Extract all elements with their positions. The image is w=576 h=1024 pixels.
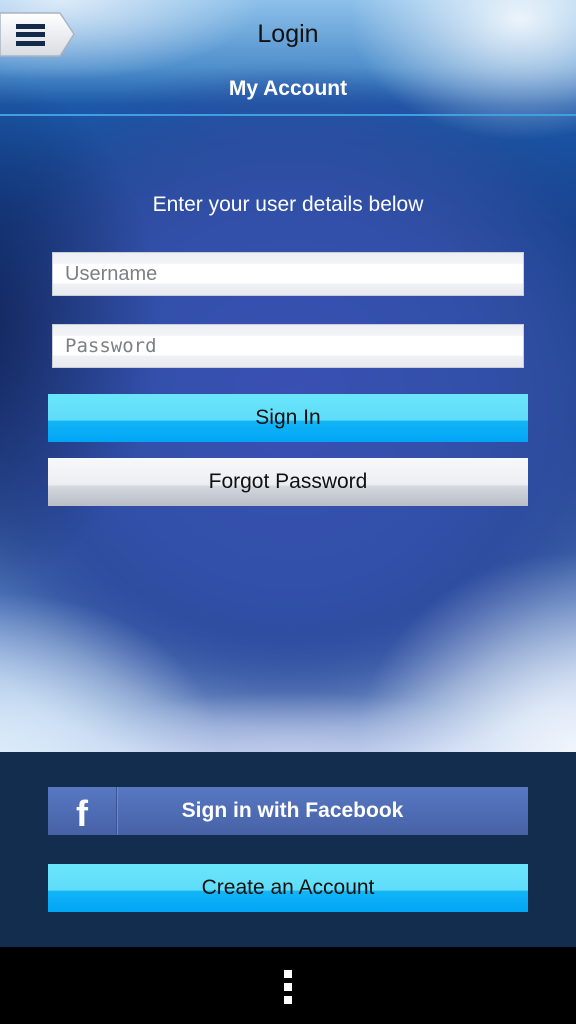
username-field-container bbox=[52, 252, 524, 296]
instructions-text: Enter your user details below bbox=[152, 193, 424, 216]
system-navigation-bar bbox=[0, 947, 576, 1024]
create-account-button[interactable]: Create an Account bbox=[48, 864, 528, 912]
forgot-password-button[interactable]: Forgot Password bbox=[48, 458, 528, 506]
password-input[interactable] bbox=[53, 325, 523, 367]
facebook-icon: f bbox=[76, 793, 88, 834]
password-field-container bbox=[52, 324, 524, 368]
header-divider bbox=[0, 114, 576, 116]
username-input[interactable] bbox=[53, 253, 523, 295]
vertical-dots-icon bbox=[284, 970, 292, 978]
facebook-sign-in-label: Sign in with Facebook bbox=[181, 799, 404, 822]
facebook-icon-box: f bbox=[48, 787, 117, 835]
page-title: Login bbox=[257, 20, 319, 48]
facebook-sign-in-button[interactable]: f Sign in with Facebook bbox=[48, 787, 528, 835]
footer: f Sign in with Facebook Create an Accoun… bbox=[0, 752, 576, 947]
vertical-dots-icon bbox=[284, 996, 292, 1004]
vertical-dots-icon bbox=[284, 983, 292, 991]
page-subtitle: My Account bbox=[228, 77, 348, 100]
sign-in-button[interactable]: Sign In bbox=[48, 394, 528, 442]
header: Login My Account bbox=[0, 0, 576, 116]
overflow-menu-button[interactable] bbox=[276, 967, 300, 1007]
